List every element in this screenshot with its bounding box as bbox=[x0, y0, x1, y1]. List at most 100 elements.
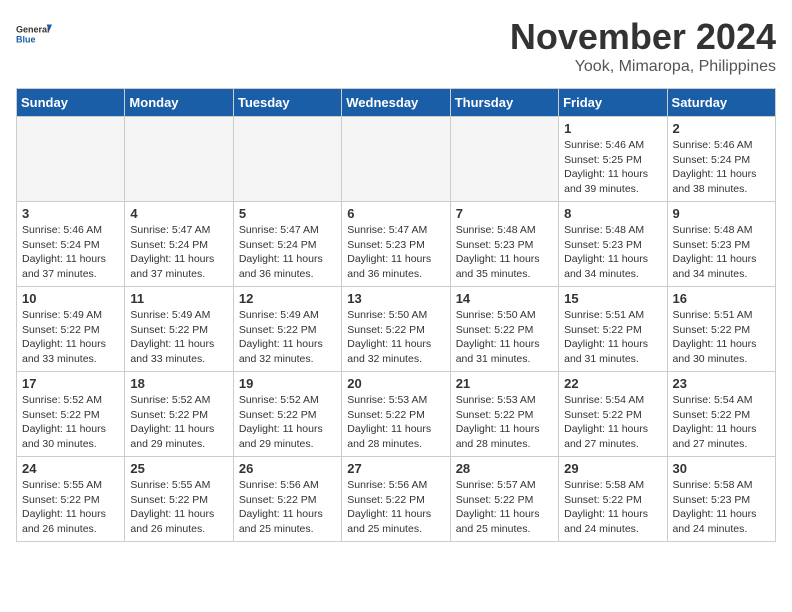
day-number: 4 bbox=[130, 206, 227, 221]
calendar-cell: 22Sunrise: 5:54 AMSunset: 5:22 PMDayligh… bbox=[559, 372, 667, 457]
calendar-cell: 15 Sunrise: 5:51 AMSunset: 5:22 PMDayligh… bbox=[559, 287, 667, 372]
day-info: Sunrise: 5:52 AMSunset: 5:22 PMDaylight:… bbox=[130, 393, 227, 452]
calendar-cell: 10 Sunrise: 5:49 AMSunset: 5:22 PMDayligh… bbox=[17, 287, 125, 372]
col-header-wednesday: Wednesday bbox=[342, 89, 450, 117]
day-info: Sunrise: 5:49 AMSunset: 5:22 PMDaylight:… bbox=[130, 308, 227, 367]
day-info: Sunrise: 5:55 AMSunset: 5:22 PMDaylight:… bbox=[22, 478, 119, 537]
page-header: General Blue November 2024 Yook, Mimarop… bbox=[16, 16, 776, 76]
day-info: Sunrise: 5:52 AMSunset: 5:22 PMDaylight:… bbox=[22, 393, 119, 452]
month-title: November 2024 bbox=[510, 16, 776, 58]
calendar-header-row: SundayMondayTuesdayWednesdayThursdayFrid… bbox=[17, 89, 776, 117]
day-number: 30 bbox=[673, 461, 770, 476]
day-info: Sunrise: 5:50 AMSunset: 5:22 PMDaylight:… bbox=[456, 308, 553, 367]
day-info: Sunrise: 5:46 AMSunset: 5:24 PMDaylight:… bbox=[673, 138, 770, 197]
calendar-cell: 7Sunrise: 5:48 AMSunset: 5:23 PMDaylight… bbox=[450, 202, 558, 287]
calendar-cell: 12 Sunrise: 5:49 AMSunset: 5:22 PMDayligh… bbox=[233, 287, 341, 372]
day-number: 22 bbox=[564, 376, 661, 391]
week-row-4: 17 Sunrise: 5:52 AMSunset: 5:22 PMDayligh… bbox=[17, 372, 776, 457]
col-header-saturday: Saturday bbox=[667, 89, 775, 117]
day-number: 6 bbox=[347, 206, 444, 221]
calendar-cell bbox=[125, 117, 233, 202]
day-info: Sunrise: 5:51 AMSunset: 5:22 PMDaylight:… bbox=[564, 308, 661, 367]
calendar-cell: 19 Sunrise: 5:52 AMSunset: 5:22 PMDayligh… bbox=[233, 372, 341, 457]
day-info: Sunrise: 5:48 AMSunset: 5:23 PMDaylight:… bbox=[456, 223, 553, 282]
day-number: 18 bbox=[130, 376, 227, 391]
calendar-cell bbox=[342, 117, 450, 202]
calendar-cell: 9 Sunrise: 5:48 AMSunset: 5:23 PMDaylight… bbox=[667, 202, 775, 287]
week-row-2: 3 Sunrise: 5:46 AMSunset: 5:24 PMDaylight… bbox=[17, 202, 776, 287]
calendar-cell: 8 Sunrise: 5:48 AMSunset: 5:23 PMDaylight… bbox=[559, 202, 667, 287]
week-row-5: 24 Sunrise: 5:55 AMSunset: 5:22 PMDayligh… bbox=[17, 457, 776, 542]
day-info: Sunrise: 5:57 AMSunset: 5:22 PMDaylight:… bbox=[456, 478, 553, 537]
day-info: Sunrise: 5:58 AMSunset: 5:23 PMDaylight:… bbox=[673, 478, 770, 537]
logo-svg: General Blue bbox=[16, 16, 52, 52]
svg-text:Blue: Blue bbox=[16, 35, 36, 45]
day-number: 11 bbox=[130, 291, 227, 306]
day-number: 1 bbox=[564, 121, 661, 136]
day-number: 5 bbox=[239, 206, 336, 221]
calendar-cell: 27Sunrise: 5:56 AMSunset: 5:22 PMDayligh… bbox=[342, 457, 450, 542]
day-number: 3 bbox=[22, 206, 119, 221]
day-number: 9 bbox=[673, 206, 770, 221]
day-number: 2 bbox=[673, 121, 770, 136]
calendar-cell: 13 Sunrise: 5:50 AMSunset: 5:22 PMDayligh… bbox=[342, 287, 450, 372]
day-number: 26 bbox=[239, 461, 336, 476]
calendar-cell: 26Sunrise: 5:56 AMSunset: 5:22 PMDayligh… bbox=[233, 457, 341, 542]
col-header-sunday: Sunday bbox=[17, 89, 125, 117]
calendar-cell bbox=[450, 117, 558, 202]
day-number: 20 bbox=[347, 376, 444, 391]
calendar-cell: 23 Sunrise: 5:54 AMSunset: 5:22 PMDayligh… bbox=[667, 372, 775, 457]
day-number: 12 bbox=[239, 291, 336, 306]
day-number: 17 bbox=[22, 376, 119, 391]
calendar-cell: 17 Sunrise: 5:52 AMSunset: 5:22 PMDayligh… bbox=[17, 372, 125, 457]
calendar-cell: 18 Sunrise: 5:52 AMSunset: 5:22 PMDayligh… bbox=[125, 372, 233, 457]
calendar-cell: 21 Sunrise: 5:53 AMSunset: 5:22 PMDayligh… bbox=[450, 372, 558, 457]
day-number: 13 bbox=[347, 291, 444, 306]
calendar-table: SundayMondayTuesdayWednesdayThursdayFrid… bbox=[16, 88, 776, 542]
day-number: 23 bbox=[673, 376, 770, 391]
calendar-cell: 5 Sunrise: 5:47 AMSunset: 5:24 PMDaylight… bbox=[233, 202, 341, 287]
calendar-cell: 3 Sunrise: 5:46 AMSunset: 5:24 PMDaylight… bbox=[17, 202, 125, 287]
day-number: 19 bbox=[239, 376, 336, 391]
day-number: 25 bbox=[130, 461, 227, 476]
day-info: Sunrise: 5:49 AMSunset: 5:22 PMDaylight:… bbox=[239, 308, 336, 367]
calendar-cell: 28Sunrise: 5:57 AMSunset: 5:22 PMDayligh… bbox=[450, 457, 558, 542]
calendar-cell: 20Sunrise: 5:53 AMSunset: 5:22 PMDayligh… bbox=[342, 372, 450, 457]
day-number: 15 bbox=[564, 291, 661, 306]
calendar-cell: 6 Sunrise: 5:47 AMSunset: 5:23 PMDaylight… bbox=[342, 202, 450, 287]
day-info: Sunrise: 5:50 AMSunset: 5:22 PMDaylight:… bbox=[347, 308, 444, 367]
day-info: Sunrise: 5:54 AMSunset: 5:22 PMDaylight:… bbox=[673, 393, 770, 452]
day-number: 27 bbox=[347, 461, 444, 476]
day-number: 29 bbox=[564, 461, 661, 476]
location-title: Yook, Mimaropa, Philippines bbox=[510, 58, 776, 76]
col-header-tuesday: Tuesday bbox=[233, 89, 341, 117]
day-number: 21 bbox=[456, 376, 553, 391]
day-info: Sunrise: 5:49 AMSunset: 5:22 PMDaylight:… bbox=[22, 308, 119, 367]
calendar-cell: 4 Sunrise: 5:47 AMSunset: 5:24 PMDaylight… bbox=[125, 202, 233, 287]
svg-text:General: General bbox=[16, 25, 50, 35]
calendar-cell: 29 Sunrise: 5:58 AMSunset: 5:22 PMDayligh… bbox=[559, 457, 667, 542]
day-info: Sunrise: 5:47 AMSunset: 5:24 PMDaylight:… bbox=[239, 223, 336, 282]
day-info: Sunrise: 5:51 AMSunset: 5:22 PMDaylight:… bbox=[673, 308, 770, 367]
day-info: Sunrise: 5:52 AMSunset: 5:22 PMDaylight:… bbox=[239, 393, 336, 452]
col-header-thursday: Thursday bbox=[450, 89, 558, 117]
col-header-friday: Friday bbox=[559, 89, 667, 117]
col-header-monday: Monday bbox=[125, 89, 233, 117]
day-number: 16 bbox=[673, 291, 770, 306]
day-number: 10 bbox=[22, 291, 119, 306]
day-info: Sunrise: 5:46 AMSunset: 5:25 PMDaylight:… bbox=[564, 138, 661, 197]
day-info: Sunrise: 5:47 AMSunset: 5:23 PMDaylight:… bbox=[347, 223, 444, 282]
calendar-cell: 2 Sunrise: 5:46 AMSunset: 5:24 PMDaylight… bbox=[667, 117, 775, 202]
day-info: Sunrise: 5:48 AMSunset: 5:23 PMDaylight:… bbox=[673, 223, 770, 282]
day-number: 24 bbox=[22, 461, 119, 476]
day-info: Sunrise: 5:48 AMSunset: 5:23 PMDaylight:… bbox=[564, 223, 661, 282]
calendar-cell: 11 Sunrise: 5:49 AMSunset: 5:22 PMDayligh… bbox=[125, 287, 233, 372]
day-info: Sunrise: 5:53 AMSunset: 5:22 PMDaylight:… bbox=[456, 393, 553, 452]
day-number: 8 bbox=[564, 206, 661, 221]
calendar-cell: 24 Sunrise: 5:55 AMSunset: 5:22 PMDayligh… bbox=[17, 457, 125, 542]
week-row-1: 1 Sunrise: 5:46 AMSunset: 5:25 PMDaylight… bbox=[17, 117, 776, 202]
calendar-cell bbox=[17, 117, 125, 202]
day-info: Sunrise: 5:58 AMSunset: 5:22 PMDaylight:… bbox=[564, 478, 661, 537]
day-info: Sunrise: 5:47 AMSunset: 5:24 PMDaylight:… bbox=[130, 223, 227, 282]
day-info: Sunrise: 5:46 AMSunset: 5:24 PMDaylight:… bbox=[22, 223, 119, 282]
